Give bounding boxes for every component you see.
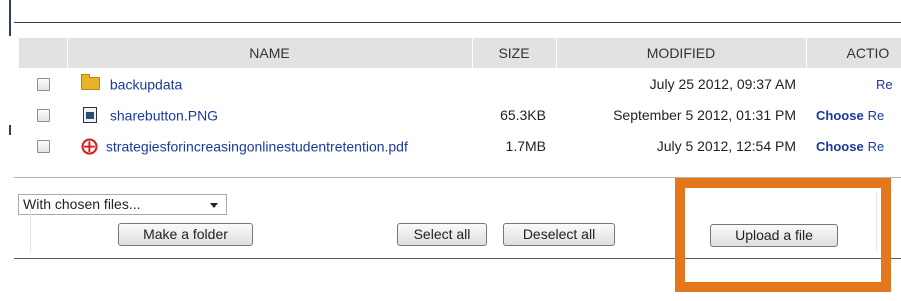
file-modified: July 25 2012, 09:37 AM xyxy=(649,75,796,92)
chevron-down-icon xyxy=(210,203,218,208)
left-accent-rule-lower xyxy=(9,125,11,135)
make-folder-button[interactable]: Make a folder xyxy=(118,223,253,246)
table-row: sharebutton.PNG 65.3KB September 5 2012,… xyxy=(19,99,901,130)
file-size: 1.7MB xyxy=(505,137,546,154)
file-size xyxy=(472,68,556,99)
row-checkbox[interactable] xyxy=(36,140,50,154)
select-all-button[interactable]: Select all xyxy=(397,223,487,246)
file-modified: September 5 2012, 01:31 PM xyxy=(613,106,796,123)
choose-link[interactable]: Choose xyxy=(816,108,864,123)
header-modified[interactable]: MODIFIED xyxy=(556,38,807,68)
rename-link[interactable]: Re xyxy=(876,77,893,92)
file-name-link[interactable]: strategiesforincreasingonlinestudentrete… xyxy=(106,138,408,154)
chosen-files-select-value: With chosen files... xyxy=(23,196,141,212)
chosen-files-select[interactable]: With chosen files... xyxy=(18,194,227,215)
header-checkbox-col xyxy=(19,38,68,68)
header-name[interactable]: NAME xyxy=(67,38,473,68)
top-border xyxy=(14,22,901,23)
header-actions: ACTIO xyxy=(806,38,901,68)
file-modified: July 5 2012, 12:54 PM xyxy=(656,137,796,154)
table-row: backupdata July 25 2012, 09:37 AM Re xyxy=(19,68,901,99)
file-table: NAME SIZE MODIFIED ACTIO backupdata July… xyxy=(19,38,901,161)
choose-link[interactable]: Choose xyxy=(816,139,864,154)
highlight-box xyxy=(675,178,891,292)
header-size[interactable]: SIZE xyxy=(472,38,557,68)
folder-icon xyxy=(81,73,100,90)
file-name-link[interactable]: sharebutton.PNG xyxy=(110,107,218,123)
row-checkbox[interactable] xyxy=(36,78,50,92)
row-checkbox[interactable] xyxy=(36,109,50,123)
image-file-icon xyxy=(83,107,97,124)
vertical-divider xyxy=(30,208,31,252)
left-accent-rule xyxy=(9,0,11,36)
deselect-all-button[interactable]: Deselect all xyxy=(503,223,615,246)
rename-link[interactable]: Re xyxy=(868,108,885,123)
pdf-icon: ⨁ xyxy=(81,136,98,156)
rename-link[interactable]: Re xyxy=(868,139,885,154)
file-size: 65.3KB xyxy=(500,106,546,123)
table-header-row: NAME SIZE MODIFIED ACTIO xyxy=(19,38,901,68)
table-row: ⨁ strategiesforincreasingonlinestudentre… xyxy=(19,130,901,161)
file-name-link[interactable]: backupdata xyxy=(110,76,182,92)
